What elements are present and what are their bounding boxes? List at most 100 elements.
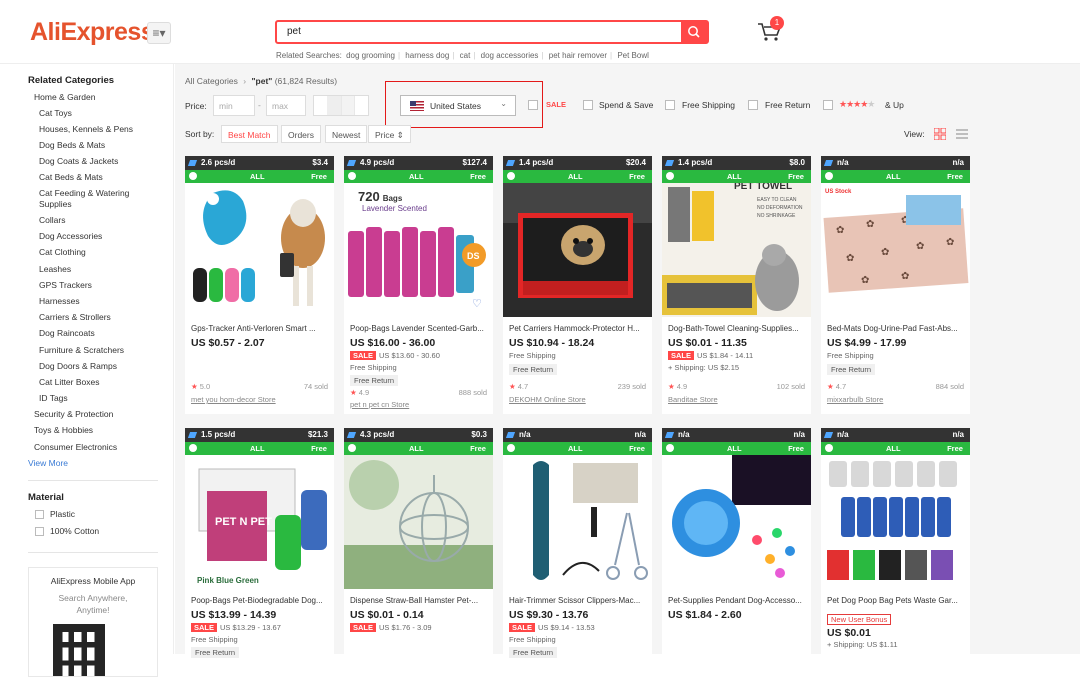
sale-checkbox[interactable]: [528, 100, 538, 110]
sort-price[interactable]: Price ⇕: [368, 125, 411, 143]
category-item[interactable]: Dog Raincoats: [39, 328, 95, 338]
category-item[interactable]: ID Tags: [39, 393, 68, 403]
product-title[interactable]: Dispense Straw-Ball Hamster Pet-...: [350, 596, 488, 605]
category-security[interactable]: Security & Protection: [34, 409, 113, 419]
product-image[interactable]: [821, 455, 970, 589]
product-title[interactable]: Pet-Supplies Pendant Dog-Accesso...: [668, 596, 806, 605]
free-shipping-checkbox[interactable]: [665, 100, 675, 110]
category-item[interactable]: Furniture & Scratchers: [39, 345, 124, 355]
price-min-input[interactable]: min: [213, 95, 255, 116]
product-image[interactable]: 720 Bags Lavender Scented DS ♡: [344, 183, 493, 317]
spend-save-checkbox[interactable]: [583, 100, 593, 110]
search-input[interactable]: pet: [287, 26, 301, 37]
store-link[interactable]: pet n pet cn Store: [350, 400, 409, 409]
categories-menu-button[interactable]: ≡▾: [147, 22, 171, 44]
product-card[interactable]: 1.4 pcs/d $20.4 ALL Free Pet Carriers Hamm…: [503, 156, 652, 414]
product-image[interactable]: [344, 455, 493, 589]
store-link[interactable]: Banditae Store: [668, 395, 718, 404]
svg-text:Pink Blue Green: Pink Blue Green: [197, 576, 259, 585]
product-title[interactable]: Hair-Trimmer Scissor Clippers-Mac...: [509, 596, 647, 605]
product-image[interactable]: PET TOWEL EASY TO CLEAN NO DEFORMATION NO S…: [662, 183, 811, 317]
category-item[interactable]: Dog Coats & Jackets: [39, 156, 118, 166]
view-more-link[interactable]: View More: [28, 458, 68, 468]
category-item[interactable]: Leashes: [39, 264, 71, 274]
product-title[interactable]: Dog-Bath-Towel Cleaning-Supplies...: [668, 324, 806, 333]
product-card[interactable]: n/a n/a ALL Free Pet Dog Poop Bag Pets Was…: [821, 428, 970, 686]
product-title[interactable]: Pet Dog Poop Bag Pets Waste Gar...: [827, 596, 965, 605]
category-item[interactable]: Dog Beds & Mats: [39, 140, 105, 150]
svg-text:✿: ✿: [846, 253, 854, 264]
product-card[interactable]: 2.6 pcs/d $3.4 ALL Free Gps-Tracker Anti-V…: [185, 156, 334, 414]
product-title[interactable]: Bed-Mats Dog-Urine-Pad Fast-Abs...: [827, 324, 965, 333]
product-image[interactable]: [503, 183, 652, 317]
sort-best-match[interactable]: Best Match: [221, 125, 278, 143]
divider: [28, 480, 158, 481]
category-item[interactable]: Cat Toys: [39, 108, 72, 118]
related-search-link[interactable]: pet hair remover: [549, 51, 607, 60]
category-item[interactable]: Dog Accessories: [39, 231, 102, 241]
ship-to-country-select[interactable]: United States ⌄: [400, 95, 516, 116]
related-search-link[interactable]: dog accessories: [481, 51, 539, 60]
product-card[interactable]: 4.3 pcs/d $0.3 ALL Free Dispense Straw-Bal…: [344, 428, 493, 686]
free-shipping-text: Free Shipping: [191, 635, 238, 644]
search-term: "pet": [251, 76, 273, 86]
all-categories-link[interactable]: All Categories: [185, 76, 238, 86]
product-card[interactable]: 1.4 pcs/d $8.0 ALL Free PET TOWEL EASY TO C…: [662, 156, 811, 414]
category-item[interactable]: Cat Clothing: [39, 247, 86, 257]
product-image[interactable]: [503, 455, 652, 589]
product-card[interactable]: 1.5 pcs/d $21.3 ALL Free PET N PET Pink Blu…: [185, 428, 334, 686]
related-search-link[interactable]: harness dog: [405, 51, 449, 60]
category-item[interactable]: Harnesses: [39, 296, 80, 306]
rating-checkbox[interactable]: [823, 100, 833, 110]
product-card[interactable]: n/an/a ALLFree US Stock✿✿✿✿✿✿✿✿✿✿ Bed-Ma…: [821, 156, 970, 414]
material-checkbox[interactable]: [35, 510, 44, 519]
sale-price: SALE US $1.76 - 3.09: [350, 623, 432, 632]
product-title[interactable]: Poop-Bags Lavender Scented-Garb...: [350, 324, 488, 333]
product-card[interactable]: 4.9 pcs/d $127.4 ALL Free 720 Bags Lavender …: [344, 156, 493, 414]
product-image[interactable]: [662, 455, 811, 589]
product-card[interactable]: n/a n/a ALL Free Hair-Trimmer Scissor Clip…: [503, 428, 652, 686]
aliexpress-logo[interactable]: AliExpress: [30, 18, 155, 47]
search-button[interactable]: [681, 22, 707, 42]
category-item[interactable]: Cat Beds & Mats: [39, 172, 103, 182]
product-card[interactable]: n/a n/a ALL Free Pet-Supplies Pendant Dog-…: [662, 428, 811, 686]
product-image[interactable]: US Stock✿✿✿✿✿✿✿✿✿✿: [821, 183, 970, 317]
category-item[interactable]: Cat Litter Boxes: [39, 377, 99, 387]
related-search-link[interactable]: cat: [460, 51, 471, 60]
free-return-badge: Free Return: [191, 647, 240, 658]
material-checkbox[interactable]: [35, 527, 44, 536]
free-shipping-text: Free Shipping: [827, 351, 874, 360]
store-link[interactable]: DEKOHM Online Store: [509, 395, 586, 404]
product-title[interactable]: Poop-Bags Pet-Biodegradable Dog...: [191, 596, 329, 605]
list-view-icon[interactable]: [956, 128, 968, 140]
spend-save-label: Spend & Save: [599, 100, 654, 110]
sale-price: SALE US $13.60 - 30.60: [350, 351, 440, 360]
category-item-continued[interactable]: Supplies: [39, 199, 72, 209]
sort-row: Sort by: Best Match Orders Newest Price …: [185, 125, 1075, 144]
product-image[interactable]: PET N PET Pink Blue Green: [185, 455, 334, 589]
category-item[interactable]: Cat Feeding & Watering: [39, 188, 129, 198]
free-return-checkbox[interactable]: [748, 100, 758, 110]
category-item[interactable]: GPS Trackers: [39, 280, 92, 290]
product-title[interactable]: Pet Carriers Hammock-Protector H...: [509, 324, 647, 333]
sale-price: SALE US $13.29 - 13.67: [191, 623, 281, 632]
related-search-link[interactable]: Pet Bowl: [617, 51, 649, 60]
related-search-link[interactable]: dog grooming: [346, 51, 395, 60]
category-toys[interactable]: Toys & Hobbies: [34, 425, 93, 435]
category-electronics[interactable]: Consumer Electronics: [34, 442, 117, 452]
category-home-garden[interactable]: Home & Garden: [34, 92, 95, 102]
category-item[interactable]: Carriers & Strollers: [39, 312, 111, 322]
store-link[interactable]: met you hom-decor Store: [191, 395, 276, 404]
grid-view-icon[interactable]: [934, 128, 946, 140]
category-item[interactable]: Dog Doors & Ramps: [39, 361, 117, 371]
category-item[interactable]: Houses, Kennels & Pens: [39, 124, 133, 134]
store-link[interactable]: mixxarbulb Store: [827, 395, 883, 404]
product-image[interactable]: [185, 183, 334, 317]
price-range-bars[interactable]: [313, 95, 369, 116]
product-title[interactable]: Gps-Tracker Anti-Verloren Smart ...: [191, 324, 329, 333]
sort-orders[interactable]: Orders: [281, 125, 321, 143]
sort-newest[interactable]: Newest: [325, 125, 368, 143]
category-item[interactable]: Collars: [39, 215, 65, 225]
search-box[interactable]: pet: [275, 20, 709, 44]
price-max-input[interactable]: max: [266, 95, 306, 116]
